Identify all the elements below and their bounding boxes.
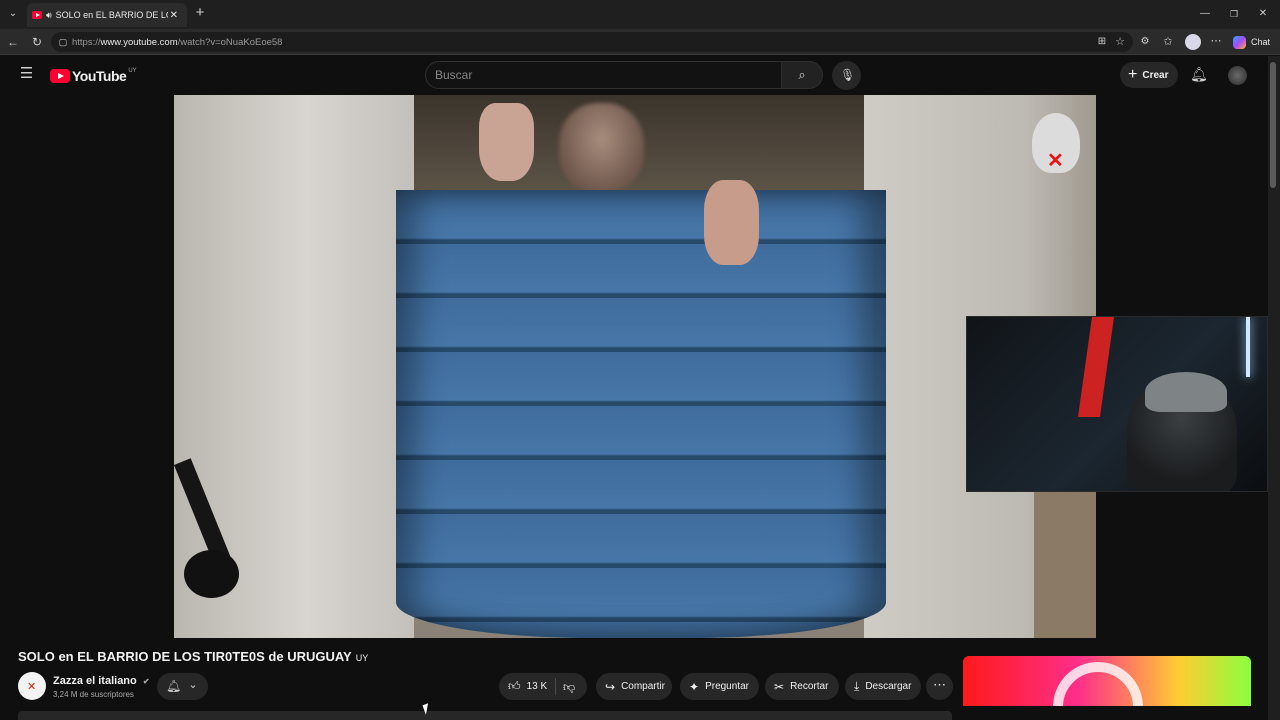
- subscriber-count: 3,24 M de suscriptores: [53, 690, 134, 699]
- scrollbar-thumb[interactable]: [1270, 62, 1276, 188]
- reload-icon[interactable]: ↻: [30, 36, 44, 48]
- video-player[interactable]: ✕: [0, 95, 1268, 638]
- create-button[interactable]: + Crear: [1120, 62, 1178, 88]
- video-scene-stick-grip: [184, 550, 239, 598]
- more-actions-button[interactable]: ⋯: [926, 673, 953, 700]
- microphone-icon: 🎙︎: [840, 68, 856, 82]
- plus-icon: +: [1128, 66, 1138, 83]
- url-host: www.youtube.com: [100, 36, 178, 48]
- video-frame[interactable]: ✕: [174, 95, 1096, 638]
- account-avatar[interactable]: [1228, 66, 1247, 85]
- create-label: Crear: [1142, 69, 1169, 81]
- sparkle-icon: ✦: [689, 679, 700, 694]
- bell-icon[interactable]: 🔔︎: [1190, 67, 1208, 81]
- tab-list-chevron-down-icon[interactable]: ⌄: [6, 8, 20, 20]
- chevron-down-icon: ⌄: [188, 679, 198, 691]
- like-count[interactable]: 13 K: [527, 681, 548, 692]
- copilot-icon: [1233, 35, 1246, 49]
- tab-title: SOLO en EL BARRIO DE LOS TI: [55, 10, 168, 20]
- webcam-light: [1246, 317, 1250, 377]
- logo-text: YouTube: [72, 68, 127, 84]
- app-grid-icon[interactable]: ⊞: [1096, 36, 1108, 48]
- comments-section-edge: [18, 711, 952, 720]
- video-scene-blue-barrel-door: [396, 190, 886, 638]
- thumbs-down-icon[interactable]: 👎︎: [563, 680, 575, 695]
- video-title-text: SOLO en EL BARRIO DE LOS TIR0TE0S de URU…: [18, 649, 352, 664]
- scissors-icon: ✂: [774, 679, 785, 694]
- title-country-code: UY: [355, 653, 369, 663]
- share-label: Compartir: [621, 681, 665, 692]
- speaker-icon[interactable]: 🔊︎: [46, 10, 52, 21]
- download-icon: ⤓: [854, 679, 860, 693]
- clip-label: Recortar: [790, 681, 829, 692]
- search-icon: ⌕: [798, 67, 806, 82]
- subscription-bell-button[interactable]: 🔔︎ ⌄: [157, 673, 208, 700]
- youtube-logo[interactable]: YouTube UY: [50, 67, 137, 85]
- channel-avatar[interactable]: [18, 672, 46, 700]
- more-dots-icon: ⋯: [933, 677, 946, 692]
- video-title: SOLO en EL BARRIO DE LOS TIR0TE0S de URU…: [18, 649, 368, 664]
- youtube-header: ☰ YouTube UY Buscar ⌕ 🎙︎ + Crear 🔔︎: [0, 56, 1268, 95]
- hamburger-icon[interactable]: ☰: [19, 66, 34, 81]
- minimize-icon[interactable]: —: [1199, 8, 1211, 20]
- youtube-play-icon: [50, 69, 70, 83]
- browser-tabstrip: ⌄ 🔊︎ SOLO en EL BARRIO DE LOS TI ✕ + — ❐…: [0, 0, 1280, 29]
- site-info-icon[interactable]: ▢: [58, 36, 68, 48]
- sidebar-ad-banner[interactable]: [963, 656, 1251, 706]
- share-button[interactable]: ↪ Compartir: [596, 673, 672, 700]
- extensions-icon[interactable]: ⚙: [1139, 36, 1151, 48]
- new-tab-plus-icon[interactable]: +: [193, 5, 207, 20]
- channel-name-text: Zazza el italiano: [53, 675, 137, 687]
- url-prefix: https://: [72, 36, 101, 48]
- ad-artwork: [1053, 662, 1143, 706]
- search-input[interactable]: Buscar: [425, 61, 782, 89]
- address-bar-row: ← ↻ ▢ https://www.youtube.com/watch?v=oN…: [0, 29, 1280, 55]
- webcam-flag: [1077, 317, 1115, 417]
- like-divider: [555, 678, 556, 695]
- chat-label: Chat: [1251, 37, 1271, 47]
- more-dots-icon[interactable]: ⋯: [1210, 35, 1222, 47]
- ask-label: Preguntar: [705, 681, 749, 692]
- close-window-icon[interactable]: ✕: [1257, 8, 1269, 20]
- profile-avatar[interactable]: [1185, 34, 1201, 50]
- youtube-favicon-icon: [32, 11, 42, 19]
- video-scene-hand: [704, 180, 759, 265]
- video-scene-hand: [479, 103, 534, 181]
- thumbs-up-icon[interactable]: 👍︎: [508, 679, 521, 694]
- video-scene-face-sticker: ✕: [1032, 113, 1080, 173]
- bell-icon: 🔔︎: [166, 679, 182, 693]
- clip-button[interactable]: ✂ Recortar: [765, 673, 839, 700]
- verified-icon: ✔: [142, 677, 150, 686]
- webcam-cap: [1145, 372, 1227, 412]
- video-scene-blurred-person: [559, 103, 644, 193]
- favorites-list-icon[interactable]: ✩: [1162, 36, 1174, 48]
- search-placeholder: Buscar: [435, 68, 473, 82]
- favorite-star-icon[interactable]: ☆: [1114, 36, 1126, 48]
- share-arrow-icon: ↪: [605, 679, 616, 694]
- copilot-chat-button[interactable]: Chat: [1233, 34, 1275, 50]
- close-icon[interactable]: ✕: [170, 10, 178, 21]
- ask-button[interactable]: ✦ Preguntar: [680, 673, 759, 700]
- browser-tab[interactable]: 🔊︎ SOLO en EL BARRIO DE LOS TI ✕: [27, 3, 187, 27]
- download-label: Descargar: [865, 681, 912, 692]
- download-button[interactable]: ⤓ Descargar: [845, 673, 921, 700]
- search-button[interactable]: ⌕: [781, 61, 823, 89]
- url-field[interactable]: ▢ https://www.youtube.com/watch?v=oNuaKo…: [51, 32, 1133, 52]
- voice-search-button[interactable]: 🎙︎: [832, 61, 861, 90]
- url-path: /watch?v=oNuaKoEoe58: [177, 36, 283, 48]
- maximize-icon[interactable]: ❐: [1228, 8, 1240, 20]
- channel-name[interactable]: Zazza el italiano ✔: [53, 675, 150, 687]
- streamer-webcam-overlay: [966, 316, 1268, 492]
- region-code: UY: [128, 68, 137, 74]
- like-dislike-group: 👍︎ 13 K 👎︎: [499, 673, 587, 700]
- back-arrow-left-icon[interactable]: ←: [6, 36, 20, 48]
